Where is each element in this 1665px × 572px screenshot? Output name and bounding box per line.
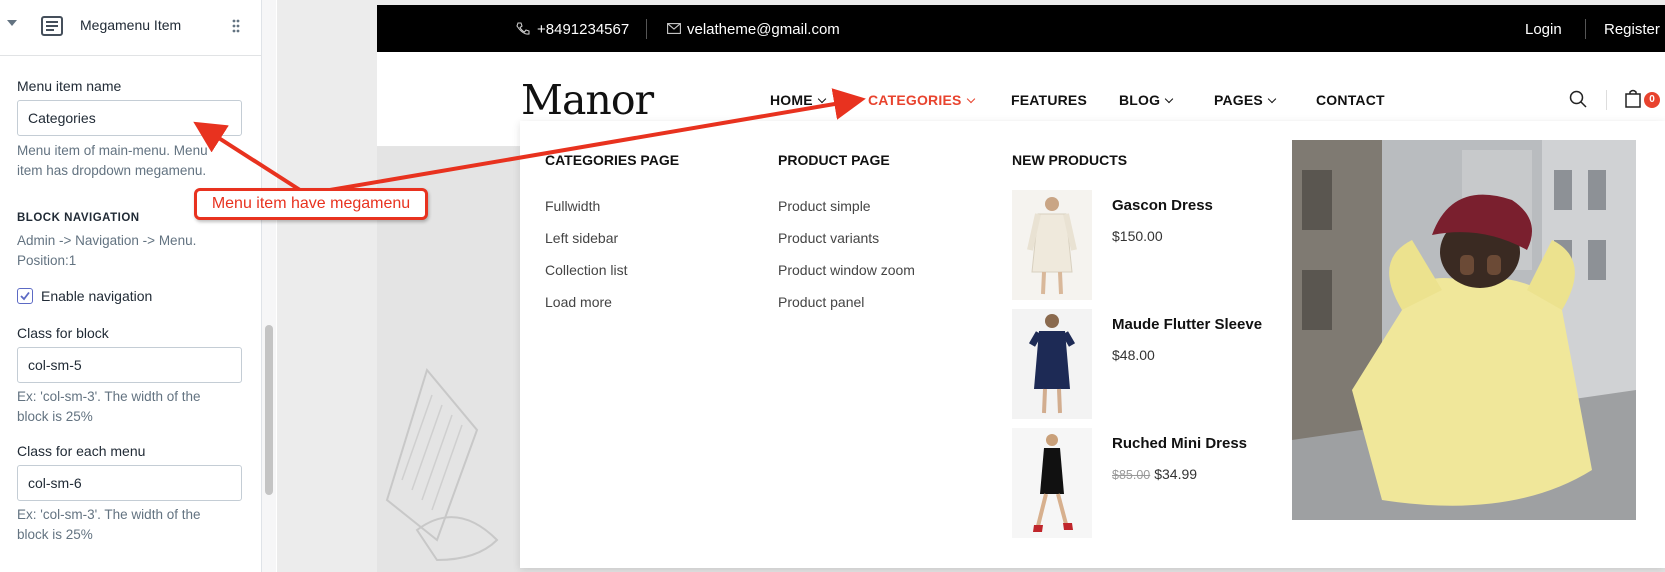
- annotation-arrows: [193, 88, 866, 192]
- arrow-to-nav: [329, 88, 866, 192]
- annotation-callout: Menu item have megamenu: [194, 188, 428, 220]
- arrow-to-input: [193, 121, 302, 192]
- screen: Megamenu Item Menu item name Menu item o…: [0, 0, 1665, 572]
